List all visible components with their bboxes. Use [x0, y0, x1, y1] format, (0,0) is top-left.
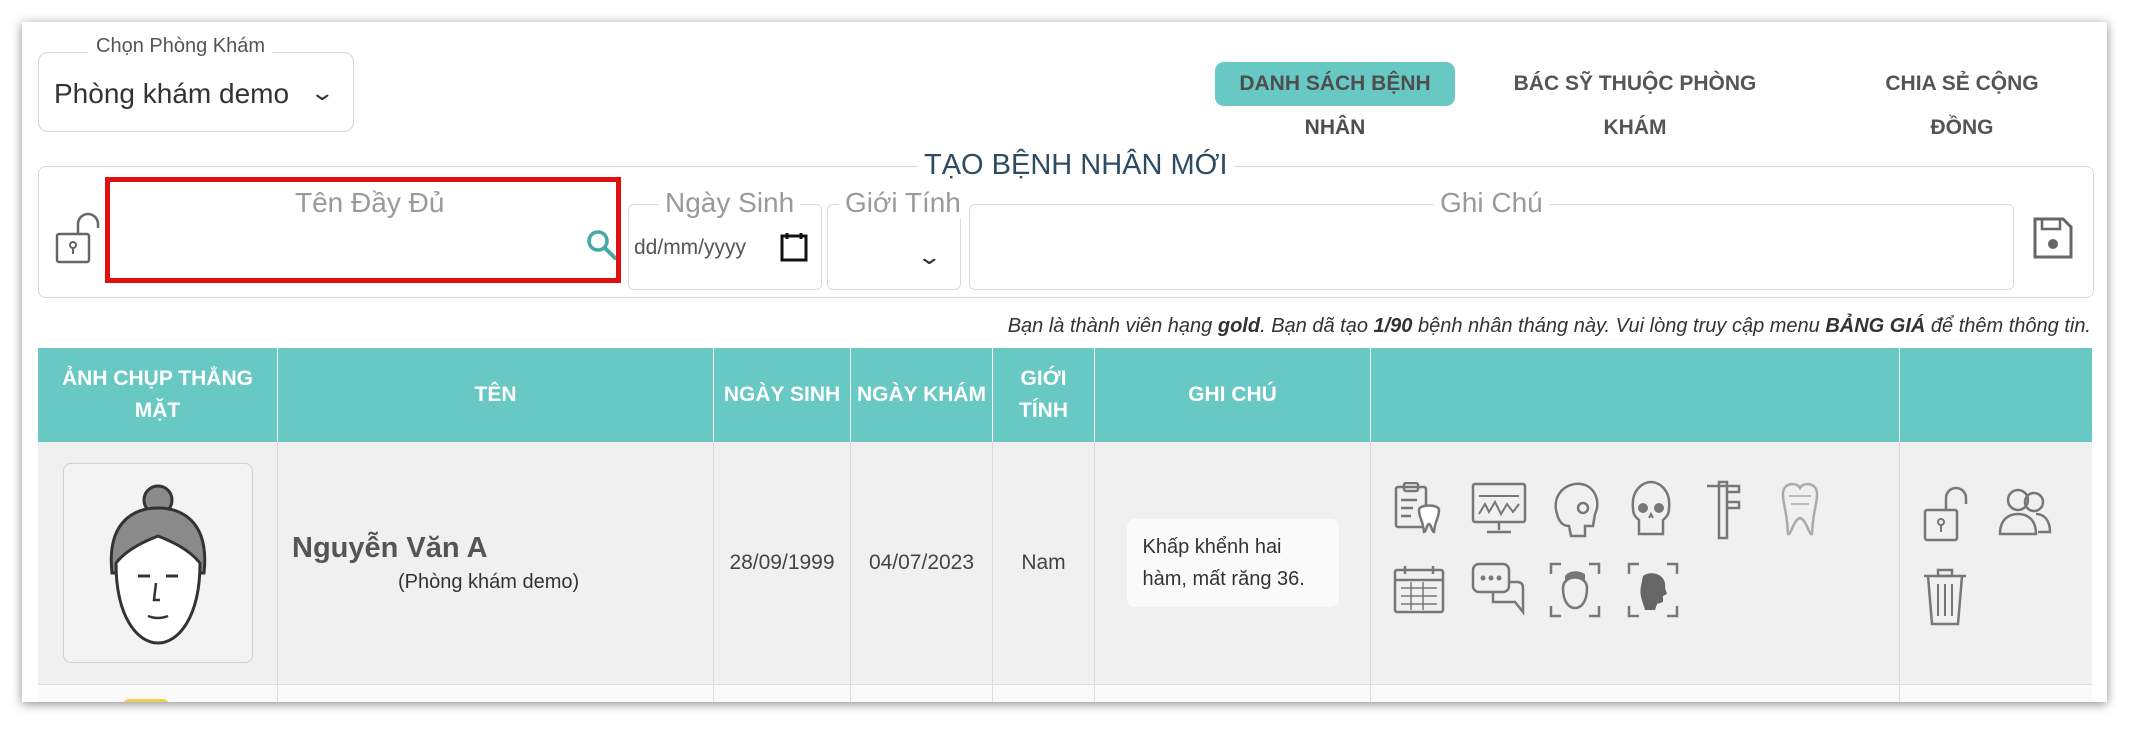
cell-gender	[993, 685, 1095, 702]
cell-dob: 28/09/1999	[714, 442, 851, 684]
nav-patient-list[interactable]: DANH SÁCH BỆNH NHÂN	[1215, 62, 1455, 139]
patient-name[interactable]: Nguyễn Văn A	[292, 532, 488, 565]
col-photo: ẢNH CHỤP THẲNG MẶT	[38, 348, 278, 442]
face-scan-icon[interactable]	[1549, 562, 1601, 618]
save-icon[interactable]	[2032, 216, 2074, 260]
col-note: GHI CHÚ	[1095, 348, 1371, 442]
tooth-icon[interactable]	[1779, 480, 1821, 538]
note-bubble: Khấp khểnh hai hàm, mất răng 36.	[1126, 519, 1339, 607]
membership-info: Bạn là thành viên hạng gold. Bạn dã tạo …	[1008, 315, 2091, 338]
info-middle: . Bạn dã tạo	[1260, 315, 1374, 337]
col-gender: GIỚI TÍNH	[993, 348, 1095, 442]
nav-clinic-doctors[interactable]: BÁC SỸ THUỘC PHÒNG KHÁM	[1486, 62, 1784, 139]
note-label: Ghi Chú	[1434, 187, 1549, 219]
share-users-icon[interactable]	[1996, 484, 2052, 538]
cell-visit-date	[851, 685, 993, 702]
chat-icon[interactable]	[1471, 562, 1527, 618]
clinic-select-label: Chọn Phòng Khám	[88, 35, 274, 58]
cell-tools	[1371, 685, 1900, 702]
col-dob: NGÀY SINH	[714, 348, 851, 442]
unlock-icon[interactable]	[1922, 486, 1968, 542]
col-tools	[1371, 348, 1900, 442]
chevron-down-icon[interactable]: ⌄	[916, 244, 942, 270]
avatar[interactable]	[62, 463, 253, 663]
patient-clinic: (Phòng khám demo)	[398, 571, 580, 593]
calendar-picker-icon[interactable]	[780, 232, 808, 262]
profile-scan-icon[interactable]	[1627, 562, 1679, 618]
patient-table-header: ẢNH CHỤP THẲNG MẶT TÊN NGÀY SINH NGÀY KH…	[38, 348, 2092, 442]
cell-dob	[714, 685, 851, 702]
patient-count: 1/90	[1373, 315, 1413, 337]
app-window: Chọn Phòng Khám Phòng khám demo ⌄ DANH S…	[22, 22, 2107, 702]
unlock-icon[interactable]	[54, 212, 100, 264]
col-visit-date: NGÀY KHÁM	[851, 348, 993, 442]
info-suffix: để thêm thông tin.	[1925, 315, 2091, 337]
avatar	[123, 699, 169, 702]
create-patient-title: TẠO BỆNH NHÂN MỚI	[918, 149, 1234, 182]
col-actions	[1900, 348, 2092, 442]
skull-front-icon[interactable]	[1627, 480, 1675, 538]
cell-note: Khấp khểnh hai hàm, mất răng 36.	[1095, 442, 1371, 684]
cell-photo	[38, 442, 278, 684]
dental-chart-icon[interactable]	[1393, 482, 1443, 538]
clinic-select-value: Phòng khám demo	[54, 78, 290, 109]
cell-tools	[1371, 442, 1900, 684]
chevron-down-icon[interactable]: ⌄	[309, 80, 335, 106]
table-row[interactable]	[38, 684, 2092, 702]
info-prefix: Bạn là thành viên hạng	[1007, 315, 1218, 337]
cell-photo	[38, 685, 278, 702]
dob-label: Ngày Sinh	[659, 187, 801, 219]
cell-name: Nguyễn Văn A (Phòng khám demo)	[278, 442, 714, 684]
dob-input[interactable]: dd/mm/yyyy	[634, 236, 746, 260]
cell-note	[1095, 685, 1371, 702]
skull-side-icon[interactable]	[1549, 480, 1601, 540]
nav-community-share[interactable]: CHIA SẺ CỘNG ĐỒNG	[1852, 62, 2072, 139]
trash-icon[interactable]	[1922, 568, 1968, 626]
calendar-icon[interactable]	[1393, 564, 1445, 616]
highlight-box	[105, 177, 621, 283]
info-middle2: bệnh nhân tháng này. Vui lòng truy cập m…	[1412, 315, 1826, 337]
cell-name	[278, 685, 714, 702]
gender-label: Giới Tính	[839, 187, 967, 219]
membership-tier: gold	[1217, 315, 1261, 337]
cell-gender: Nam	[993, 442, 1095, 684]
col-name: TÊN	[278, 348, 714, 442]
price-menu-link: BẢNG GIÁ	[1825, 315, 1926, 337]
table-row[interactable]: Nguyễn Văn A (Phòng khám demo) 28/09/199…	[38, 442, 2092, 684]
caliper-icon[interactable]	[1705, 480, 1745, 540]
xray-monitor-icon[interactable]	[1471, 482, 1527, 536]
cell-actions	[1900, 442, 2092, 684]
avatar-face-icon	[109, 484, 206, 645]
cell-visit-date: 04/07/2023	[851, 442, 993, 684]
